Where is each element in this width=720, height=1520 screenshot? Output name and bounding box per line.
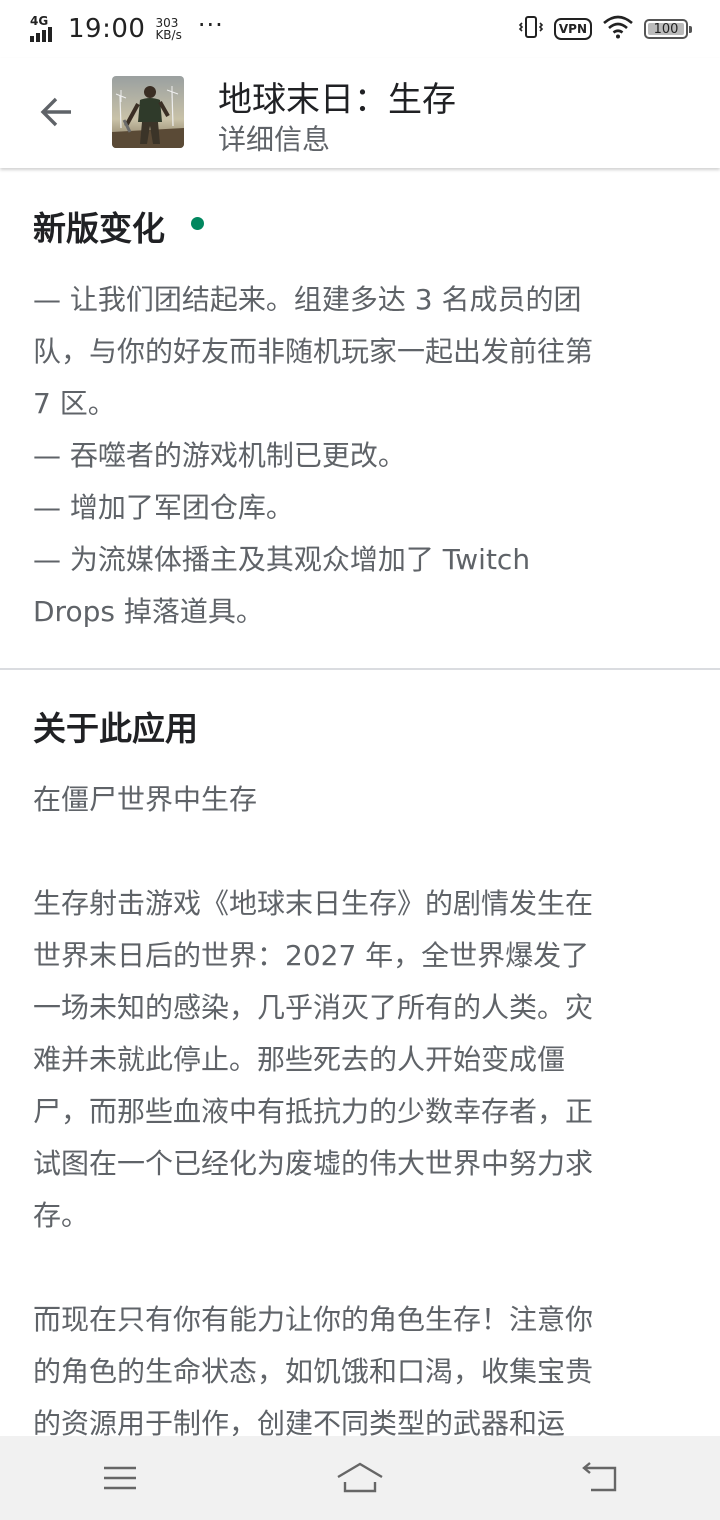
about-line: 难并未就此停止。那些死去的人开始变成僵 xyxy=(33,1043,566,1076)
battery-icon: 100 xyxy=(644,19,692,39)
wifi-icon xyxy=(602,15,634,43)
arrow-left-icon xyxy=(40,97,71,127)
menu-icon xyxy=(104,1466,136,1490)
about-line: 尸，而那些血液中有抵抗力的少数幸存者，正 xyxy=(33,1095,594,1128)
new-indicator-dot xyxy=(191,216,204,230)
more-notifications-icon: ··· xyxy=(197,11,224,39)
screen: 4G 19:00 303 KB/s ··· VPN 100 地球末日：生存 详细… xyxy=(0,0,720,1520)
about-line: 生存射击游戏《地球末日生存》的剧情发生在 xyxy=(33,887,594,920)
about-line: 一场未知的感染，几乎消灭了所有的人类。灾 xyxy=(33,991,594,1024)
app-title: 地球末日：生存 xyxy=(218,80,456,120)
about-line: 而现在只有你有能力让你的角色生存！注意你 xyxy=(33,1303,594,1336)
whats-new-line: — 增加了军团仓库。 xyxy=(33,491,294,524)
status-time: 19:00 xyxy=(68,14,146,44)
whats-new-line: — 吞噬者的游戏机制已更改。 xyxy=(33,439,406,472)
back-button[interactable] xyxy=(30,84,82,140)
network-indicator: 4G xyxy=(30,14,62,44)
nav-back-button[interactable] xyxy=(560,1448,640,1508)
about-line: 世界末日后的世界：2027 年，全世界爆发了 xyxy=(33,939,590,972)
whats-new-line: 7 区。 xyxy=(33,387,116,420)
home-icon xyxy=(337,1462,383,1493)
network-type: 4G xyxy=(30,14,49,28)
battery-level: 100 xyxy=(653,21,679,37)
network-speed-unit: KB/s xyxy=(155,28,182,42)
page-subtitle: 详细信息 xyxy=(218,123,331,156)
about-tagline: 在僵尸世界中生存 xyxy=(33,783,258,816)
about-paragraph: 而现在只有你有能力让你的角色生存！注意你 的角色的生命状态，如饥饿和口渴，收集宝… xyxy=(33,1294,687,1450)
whats-new-line: Drops 掉落道具。 xyxy=(33,595,264,628)
whats-new-line: — 为流媒体播主及其观众增加了 Twitch xyxy=(33,543,531,576)
content: 新版变化 — 让我们团结起来。组建多达 3 名成员的团 队，与你的好友而非随机玩… xyxy=(0,168,720,1450)
whats-new-text: — 让我们团结起来。组建多达 3 名成员的团 队，与你的好友而非随机玩家一起出发… xyxy=(33,274,687,668)
app-icon xyxy=(112,76,184,148)
whats-new-section: 新版变化 — 让我们团结起来。组建多达 3 名成员的团 队，与你的好友而非随机玩… xyxy=(0,168,720,668)
vpn-badge: VPN xyxy=(553,18,592,40)
about-line: 的角色的生命状态，如饥饿和口渴，收集宝贵 xyxy=(33,1355,594,1388)
about-paragraph: 生存射击游戏《地球末日生存》的剧情发生在 世界末日后的世界：2027 年，全世界… xyxy=(33,878,687,1242)
whats-new-header: 新版变化 xyxy=(33,204,687,248)
signal-icon xyxy=(30,27,52,42)
back-icon xyxy=(582,1462,617,1492)
about-title: 关于此应用 xyxy=(33,709,198,748)
status-left: 4G 19:00 303 KB/s ··· xyxy=(30,11,224,46)
about-line: 试图在一个已经化为废墟的伟大世界中努力求 xyxy=(33,1147,594,1180)
system-nav-bar xyxy=(0,1436,720,1520)
about-section: 关于此应用 在僵尸世界中生存 生存射击游戏《地球末日生存》的剧情发生在 世界末日… xyxy=(0,670,720,1450)
network-speed: 303 KB/s xyxy=(155,17,181,41)
whats-new-line: — 让我们团结起来。组建多达 3 名成员的团 xyxy=(33,283,582,316)
status-bar: 4G 19:00 303 KB/s ··· VPN 100 xyxy=(0,0,720,58)
about-line: 存。 xyxy=(33,1199,90,1232)
vibrate-icon xyxy=(518,14,544,44)
status-right: VPN 100 xyxy=(518,14,692,44)
menu-button[interactable] xyxy=(80,1448,160,1508)
whats-new-line: 队，与你的好友而非随机玩家一起出发前往第 xyxy=(33,335,594,368)
whats-new-title: 新版变化 xyxy=(33,209,165,248)
home-button[interactable] xyxy=(320,1448,400,1508)
app-bar: 地球末日：生存 详细信息 xyxy=(0,58,720,168)
